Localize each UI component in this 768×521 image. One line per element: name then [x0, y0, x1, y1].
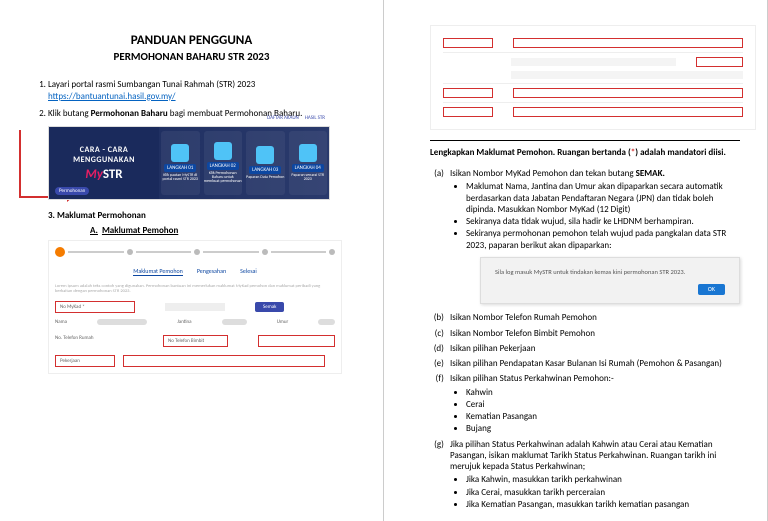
- mykad-field[interactable]: No MyKad *: [55, 301, 135, 313]
- section-3-heading: 3. Maklumat Permohonan: [48, 210, 353, 221]
- f2-label-2: [443, 88, 493, 98]
- pekerjaan-select[interactable]: [123, 355, 325, 367]
- portal-link[interactable]: https://bantuantunai.hasil.gov.my/: [48, 91, 176, 102]
- f2-label-3: [443, 107, 493, 117]
- item-a: Isikan Nombor MyKad Pemohon dan tekan bu…: [450, 168, 737, 304]
- f2-short-1[interactable]: [696, 57, 743, 67]
- item-f: Isikan pilihan Status Perkahwinan Pemoho…: [450, 373, 737, 434]
- subsection-a-heading: A.Maklumat Pemohon: [90, 225, 353, 236]
- form-tabs: Maklumat Pemohon Pengesahan Selesai: [55, 267, 335, 276]
- item-g: Jika pilihan Status Perkahwinan adalah K…: [450, 439, 737, 511]
- steps-list: Layari portal rasmi Sumbangan Tunai Rahm…: [30, 79, 353, 120]
- banner-step-3: LANGKAH 03Paparan Data Pemohon: [246, 131, 285, 195]
- f2-field-3[interactable]: [513, 107, 743, 117]
- mandatory-instruction: Lengkapkan Maklumat Pemohon. Ruangan ber…: [430, 140, 740, 162]
- permohonan-baharu-button[interactable]: Permohonan: [55, 187, 89, 195]
- tel-bimbit-field[interactable]: [258, 335, 335, 347]
- semak-button[interactable]: Semak: [255, 302, 284, 313]
- banner-steps: LANGKAH 01Klik pautan MySTR di portal ra…: [159, 127, 329, 199]
- dialog-text: Sila log masuk MySTR untuk tindakan kema…: [495, 268, 725, 276]
- dialog-ok-button[interactable]: OK: [698, 284, 725, 296]
- f2-plain-2: [511, 71, 743, 79]
- f2-plain-1: [511, 58, 676, 66]
- item-c: Isikan Nombor Telefon Bimbit Pemohon: [450, 328, 737, 339]
- doc-title-1: PANDUAN PENGGUNA: [30, 33, 353, 48]
- item-b: Isikan Nombor Telefon Rumah Pemohon: [450, 312, 737, 323]
- banner-top-menu: DAFTAR AKAUN HASIL STR: [267, 115, 325, 121]
- f2-status-label: [443, 38, 493, 48]
- step-1: Layari portal rasmi Sumbangan Tunai Rahm…: [48, 79, 353, 102]
- item-e: Isikan pilihan Pendapatan Kasar Bulanan …: [450, 358, 737, 369]
- pekerjaan-field[interactable]: Pekerjaan: [55, 355, 115, 367]
- tab-maklumat[interactable]: Maklumat Pemohon: [133, 267, 183, 276]
- form-body: Lorem ipsum adalah teks contoh yang digu…: [55, 284, 335, 367]
- doc-title-2: PERMOHONAN BAHARU STR 2023: [30, 50, 353, 63]
- popup-dialog: Sila log masuk MySTR untuk tindakan kema…: [480, 257, 740, 305]
- tab-selesai[interactable]: Selesai: [240, 267, 257, 276]
- f2-field-2[interactable]: [513, 88, 743, 98]
- banner-step-2: LANGKAH 02Klik Permohonan Baharu untuk m…: [204, 131, 243, 195]
- form-screenshot-2: [430, 25, 756, 130]
- red-arrow-line: [19, 130, 21, 198]
- tab-pengesahan[interactable]: Pengesahan: [197, 267, 226, 276]
- tel-bimbit-label-field: No Telefon Bimbit: [163, 335, 228, 347]
- mykad-input[interactable]: [165, 303, 225, 311]
- item-d: Isikan pilihan Pekerjaan: [450, 343, 737, 354]
- instruction-list: Isikan Nombor MyKad Pemohon dan tekan bu…: [436, 168, 737, 510]
- page-2: Lengkapkan Maklumat Pemohon. Ruangan ber…: [384, 0, 768, 521]
- f2-status-field[interactable]: [513, 38, 743, 48]
- banner-step-1: LANGKAH 01Klik pautan MySTR di portal ra…: [161, 131, 200, 195]
- form-stepper: [55, 247, 335, 257]
- page-1: PANDUAN PENGGUNA PERMOHONAN BAHARU STR 2…: [0, 0, 384, 521]
- form-screenshot: Maklumat Pemohon Pengesahan Selesai Lore…: [48, 240, 342, 374]
- banner-step-4: LANGKAH 04Paparan senarai STR 2023: [289, 131, 328, 195]
- mystr-banner: DAFTAR AKAUN HASIL STR CARA - CARA MENGG…: [48, 126, 330, 200]
